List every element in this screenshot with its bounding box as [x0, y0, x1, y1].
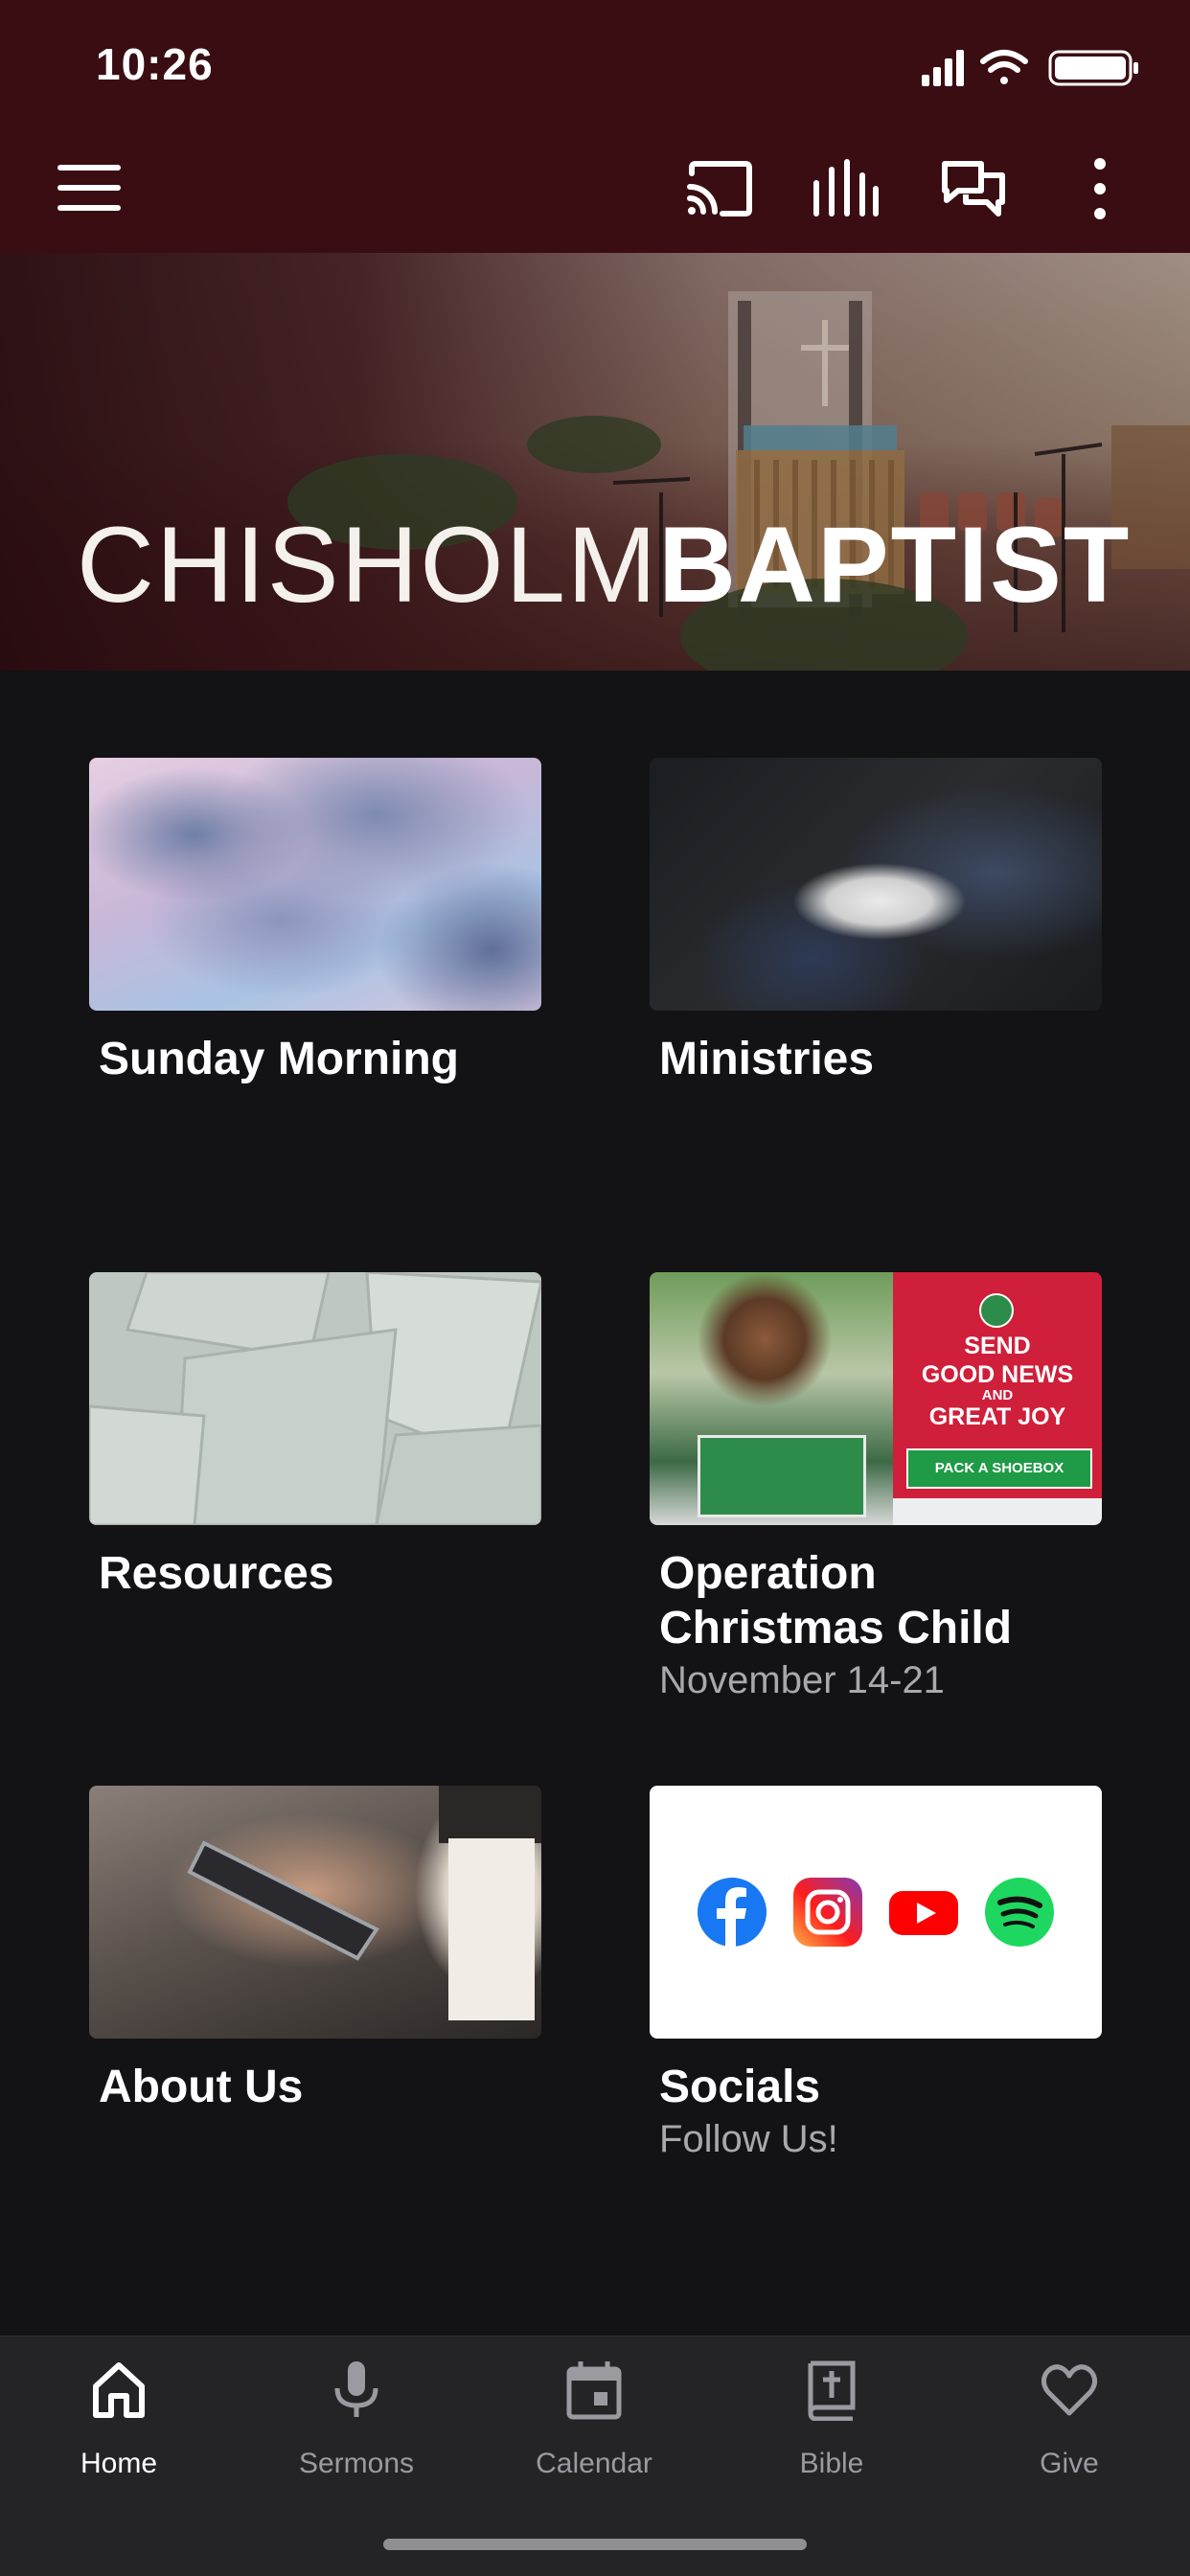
- gift-box: [698, 1435, 866, 1517]
- menu-icon-line: [57, 205, 121, 211]
- congregation-image: [650, 758, 1102, 1011]
- phone-shape: [187, 1786, 541, 2020]
- top-app-bar: 10:26: [0, 0, 1190, 253]
- hero-banner: CHISHOLMBAPTIST: [0, 253, 1190, 671]
- facebook-icon: [698, 1878, 767, 1948]
- menu-button[interactable]: [57, 165, 121, 211]
- nav-label: Calendar: [536, 2448, 652, 2479]
- status-icons: [922, 50, 1138, 86]
- paper-shapes: [89, 1272, 541, 1525]
- nav-label: Give: [1040, 2448, 1099, 2479]
- tile-sunday-morning[interactable]: Sunday Morning: [89, 758, 541, 1086]
- phone-coffee-image: [89, 1786, 541, 2039]
- pack-shoebox-label: PACK A SHOEBOX: [906, 1448, 1092, 1489]
- logo-bold: BAPTIST: [658, 505, 1132, 625]
- tile-title: About Us: [99, 2062, 304, 2112]
- more-vertical-icon[interactable]: [1065, 158, 1134, 219]
- microphone-icon: [334, 2361, 378, 2417]
- menu-icon-line: [57, 165, 121, 171]
- nav-home[interactable]: Home: [23, 2337, 215, 2490]
- home-indicator: [383, 2539, 807, 2550]
- promo-line-3: AND: [981, 1387, 1014, 1403]
- tile-subtitle: November 14-21: [659, 1659, 945, 1701]
- heart-icon: [1041, 2364, 1098, 2416]
- home-icon: [93, 2362, 145, 2418]
- tile-title: Ministries: [659, 1034, 875, 1084]
- chat-icon[interactable]: [939, 158, 1008, 219]
- nav-label: Sermons: [298, 2448, 415, 2479]
- tile-ministries[interactable]: Ministries: [650, 758, 1102, 1086]
- promo-line-4: GREAT JOY: [928, 1403, 1066, 1430]
- tile-socials[interactable]: Socials Follow Us!: [650, 1786, 1102, 2161]
- occ-logo-icon: [979, 1293, 1014, 1328]
- tile-title: Socials: [659, 2062, 821, 2112]
- tile-title: Sunday Morning: [99, 1034, 459, 1084]
- cast-icon[interactable]: [684, 158, 753, 219]
- clouds-image: [89, 758, 541, 1011]
- promo-line-1: SEND: [964, 1333, 1031, 1359]
- battery-icon: [1048, 50, 1138, 86]
- social-icons-card: [650, 1786, 1102, 2039]
- church-logo-text: CHISHOLMBAPTIST: [77, 512, 1131, 619]
- tile-resources[interactable]: Resources: [89, 1272, 541, 1601]
- instagram-icon: [793, 1878, 862, 1947]
- youtube-icon: [889, 1891, 958, 1935]
- nav-calendar[interactable]: Calendar: [498, 2337, 690, 2490]
- nav-label: Home: [80, 2448, 158, 2479]
- tile-title: Resources: [99, 1548, 334, 1599]
- nav-bible[interactable]: Bible: [736, 2337, 927, 2490]
- nav-label: Bible: [799, 2448, 864, 2479]
- calendar-icon: [566, 2361, 622, 2420]
- wifi-icon: [980, 50, 1028, 84]
- nav-sermons[interactable]: Sermons: [261, 2337, 452, 2490]
- promo-line-2: GOOD NEWS: [921, 1361, 1074, 1388]
- tile-about-us[interactable]: About Us: [89, 1786, 541, 2114]
- logo-light: CHISHOLM: [77, 505, 659, 625]
- audio-bars-icon[interactable]: [811, 158, 880, 219]
- tile-operation-christmas-child[interactable]: SEND GOOD NEWS AND GREAT JOY PACK A SHOE…: [650, 1272, 1102, 1702]
- nav-give[interactable]: Give: [973, 2337, 1165, 2490]
- bible-icon: [808, 2360, 856, 2421]
- tile-subtitle: Follow Us!: [659, 2118, 838, 2160]
- menu-icon-line: [57, 185, 121, 191]
- signal-icon: [922, 50, 964, 86]
- tile-title: Operation Christmas Child: [659, 1548, 1013, 1653]
- shoebox-promo-image: SEND GOOD NEWS AND GREAT JOY PACK A SHOE…: [650, 1272, 1102, 1525]
- status-time: 10:26: [96, 39, 214, 89]
- promo-text: SEND GOOD NEWS AND GREAT JOY: [893, 1332, 1102, 1431]
- papers-image: [89, 1272, 541, 1525]
- promo-footer: [893, 1498, 1102, 1525]
- spotify-icon: [985, 1878, 1054, 1947]
